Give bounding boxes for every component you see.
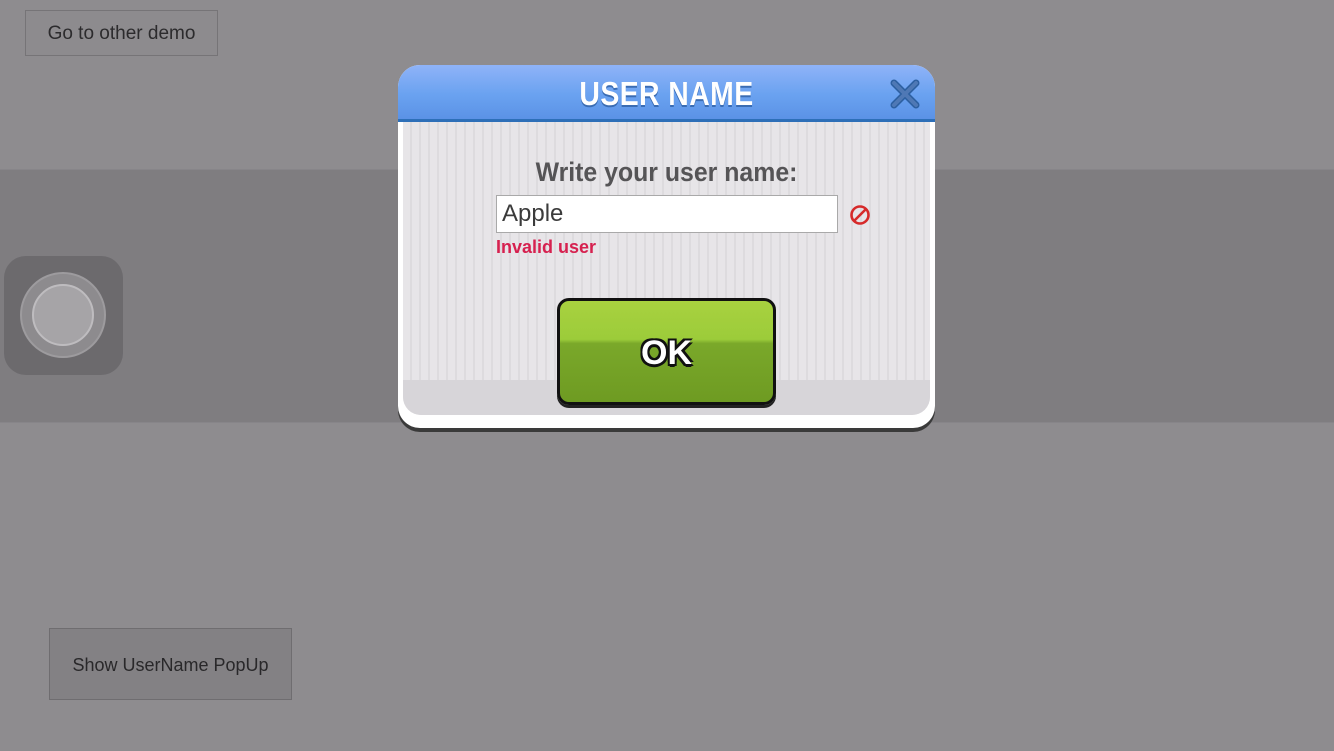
close-icon[interactable] [889,78,921,110]
go-to-other-demo-button[interactable]: Go to other demo [25,10,218,56]
ok-button-label: OK [641,334,692,372]
username-input[interactable] [496,195,838,233]
error-message: Invalid user [496,237,597,257]
show-username-popup-button[interactable]: Show UserName PopUp [49,628,292,700]
joystick-ring [20,272,106,358]
ok-button[interactable]: OK [557,298,776,405]
popup-title: USER NAME [579,75,754,112]
username-popup: USER NAME Write your user name: Invalid … [398,65,935,428]
virtual-joystick[interactable] [4,256,123,375]
username-prompt: Write your user name: [535,157,798,187]
game-screen: Go to other demo Show UserName PopUp USE… [0,0,1334,751]
prohibited-icon [849,204,871,226]
joystick-knob[interactable] [32,284,94,346]
